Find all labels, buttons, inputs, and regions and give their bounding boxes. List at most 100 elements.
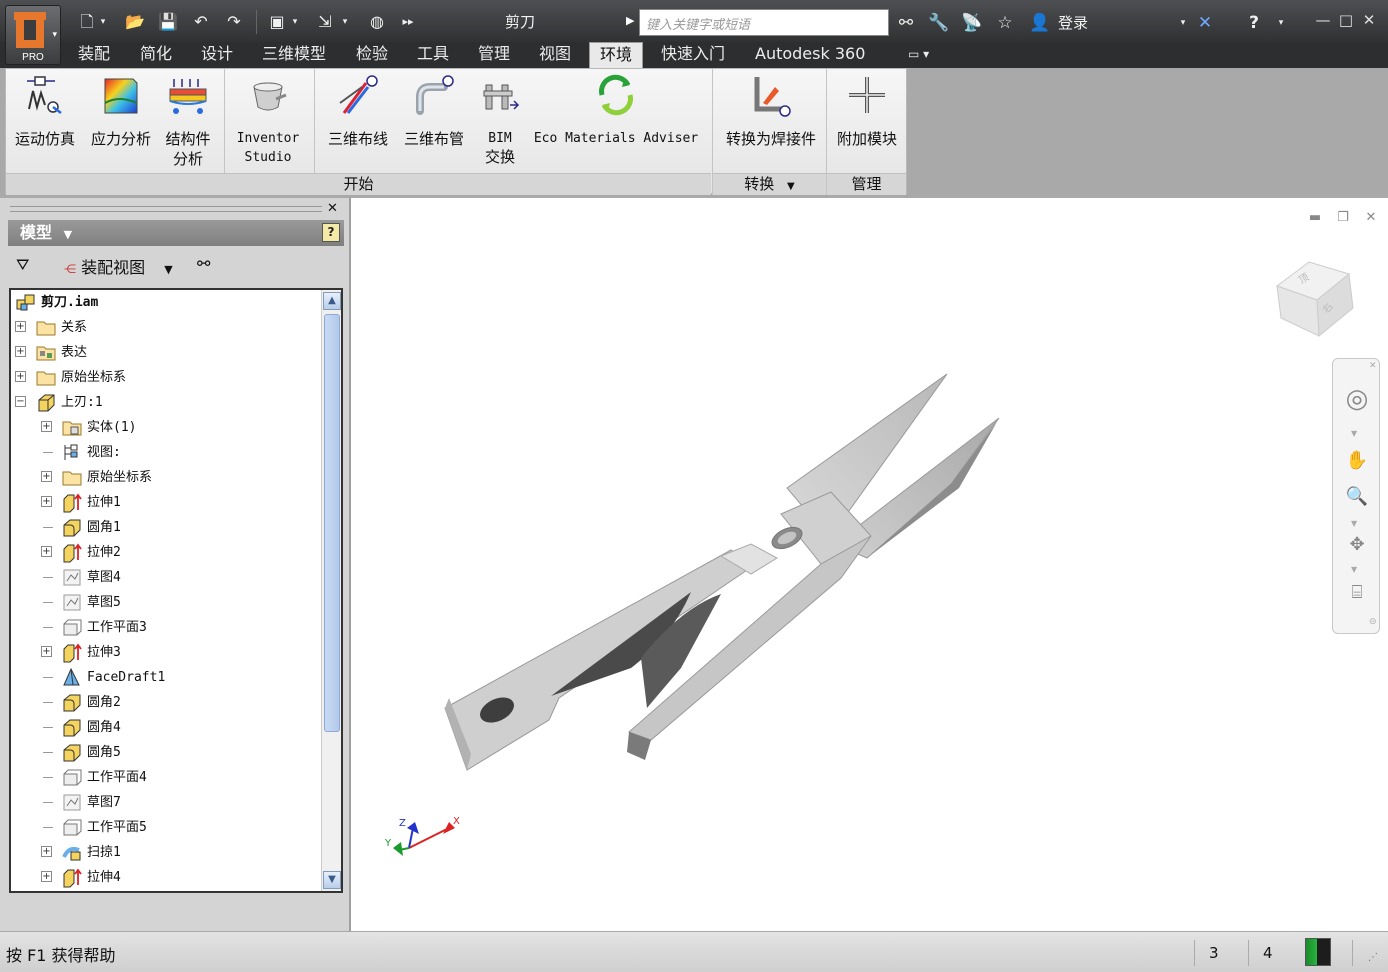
eco-materials-button[interactable]: Eco Materials Adviser bbox=[528, 73, 704, 148]
tree-node[interactable]: 圆角5 bbox=[11, 740, 321, 765]
chevron-down-icon[interactable]: ▾ bbox=[1268, 10, 1294, 36]
chevron-down-icon[interactable]: ▼ bbox=[1351, 429, 1357, 438]
more-icon[interactable]: ▸▸ bbox=[397, 11, 419, 33]
tree-node[interactable]: + 拉伸2 bbox=[11, 540, 321, 565]
tree-node[interactable]: + 扫掠1 bbox=[11, 840, 321, 865]
group-convert[interactable]: 转换 ▼ bbox=[713, 173, 826, 195]
expand-icon[interactable]: + bbox=[41, 421, 52, 432]
help-icon[interactable]: ? bbox=[1241, 10, 1267, 36]
scroll-down-icon[interactable]: ▼ bbox=[323, 871, 341, 889]
tab-simplify[interactable]: 简化 bbox=[130, 42, 182, 68]
convert-weldment-button[interactable]: 转换为焊接件 bbox=[714, 73, 828, 149]
browser-header[interactable]: 模型 ▼ ? bbox=[8, 220, 344, 246]
tree-node[interactable]: + 表达 bbox=[11, 340, 321, 365]
star-icon[interactable]: ☆ bbox=[992, 10, 1018, 36]
graphics-window[interactable]: ▬ ❐ ✕ 顶 右 ✕ ◎ ▼ ✋ 🔍 ▼ ✥ ▼ ⌸ ⊝ X Z Y bbox=[349, 198, 1388, 931]
tree-node[interactable]: 圆角2 bbox=[11, 690, 321, 715]
scroll-up-icon[interactable]: ▲ bbox=[323, 292, 341, 310]
expand-icon[interactable]: + bbox=[15, 321, 26, 332]
tree-node[interactable]: 圆角1 bbox=[11, 515, 321, 540]
inventor-studio-button[interactable]: Inventor Studio bbox=[230, 73, 306, 167]
bim-exchange-button[interactable]: BIM 交换 bbox=[472, 73, 528, 167]
exchange-apps-icon[interactable]: ✕ bbox=[1192, 10, 1218, 36]
expand-icon[interactable]: + bbox=[41, 546, 52, 557]
chevron-down-icon[interactable]: ▼ bbox=[1351, 519, 1357, 528]
print-icon[interactable]: ▣ bbox=[266, 11, 288, 33]
lock-icon[interactable]: ⊝ bbox=[1369, 617, 1377, 627]
user-icon[interactable]: 👤 bbox=[1027, 10, 1053, 36]
tree-node[interactable]: 草图4 bbox=[11, 565, 321, 590]
tab-3d-model[interactable]: 三维模型 bbox=[252, 42, 336, 68]
frame-analysis-button[interactable]: 结构件 分析 bbox=[156, 73, 220, 169]
tree-node[interactable]: + 实体(1) bbox=[11, 415, 321, 440]
cable-harness-button[interactable]: 三维布线 bbox=[322, 73, 394, 149]
expand-icon[interactable]: + bbox=[41, 496, 52, 507]
wrench-icon[interactable]: 🔧 bbox=[926, 10, 952, 36]
save-icon[interactable]: 💾 bbox=[157, 11, 179, 33]
expand-icon[interactable]: + bbox=[15, 346, 26, 357]
tab-design[interactable]: 设计 bbox=[191, 42, 243, 68]
panel-grip[interactable] bbox=[10, 206, 322, 212]
ribbon-toggle-icon[interactable]: ▭ ▾ bbox=[898, 42, 939, 68]
tree-node[interactable]: 草图7 bbox=[11, 790, 321, 815]
zoom-icon[interactable]: 🔍 bbox=[1343, 483, 1371, 511]
look-at-icon[interactable]: ⌸ bbox=[1343, 579, 1371, 607]
material-icon[interactable]: ◍ bbox=[366, 11, 388, 33]
tab-autodesk-360[interactable]: Autodesk 360 bbox=[745, 42, 875, 68]
tree-node[interactable]: 视图: bbox=[11, 440, 321, 465]
view-select[interactable]: ⋲ 装配视图 ▼ bbox=[64, 254, 173, 278]
tree-node[interactable]: − 上刃:1 bbox=[11, 390, 321, 415]
tab-view[interactable]: 视图 bbox=[529, 42, 581, 68]
new-icon[interactable]: 🗋 bbox=[76, 11, 98, 33]
close-icon[interactable]: ✕ bbox=[1358, 9, 1380, 31]
restore-icon[interactable]: ❐ bbox=[1334, 210, 1352, 226]
tab-manage[interactable]: 管理 bbox=[468, 42, 520, 68]
pan-hand-icon[interactable]: ✋ bbox=[1343, 447, 1371, 475]
minimize-icon[interactable]: ▬ bbox=[1306, 210, 1324, 226]
stress-analysis-button[interactable]: 应力分析 bbox=[84, 73, 158, 149]
tree-node[interactable]: + 拉伸1 bbox=[11, 490, 321, 515]
search-input[interactable]: 键入关键字或短语 bbox=[639, 9, 889, 36]
chevron-down-icon[interactable]: ▾ bbox=[98, 11, 108, 33]
binoculars-icon[interactable]: ⚯ bbox=[197, 254, 210, 273]
redo-icon[interactable]: ↷ bbox=[223, 11, 245, 33]
tab-environments[interactable]: 环境 bbox=[589, 42, 644, 69]
tree-node[interactable]: 圆角4 bbox=[11, 715, 321, 740]
select-icon[interactable]: ⇲ bbox=[314, 11, 336, 33]
binoculars-icon[interactable]: ⚯ bbox=[893, 10, 919, 36]
expand-icon[interactable]: + bbox=[41, 871, 52, 882]
application-menu-button[interactable]: ▾ PRO bbox=[5, 5, 61, 65]
tree-node[interactable]: + 原始坐标系 bbox=[11, 365, 321, 390]
chevron-down-icon[interactable]: ▾ bbox=[290, 11, 300, 33]
expand-icon[interactable]: + bbox=[41, 846, 52, 857]
satellite-icon[interactable]: 📡 bbox=[959, 10, 985, 36]
filter-icon[interactable]: ⛛ bbox=[16, 255, 29, 275]
tree-node[interactable]: 工作平面3 bbox=[11, 615, 321, 640]
tab-tools[interactable]: 工具 bbox=[407, 42, 459, 68]
minimize-icon[interactable]: — bbox=[1312, 9, 1334, 31]
resize-grip-icon[interactable]: ⋰ bbox=[1368, 952, 1378, 963]
expand-icon[interactable]: + bbox=[41, 646, 52, 657]
tree-node[interactable]: 工作平面5 bbox=[11, 815, 321, 840]
close-icon[interactable]: ✕ bbox=[327, 201, 338, 216]
expand-icon[interactable]: + bbox=[41, 471, 52, 482]
chevron-down-icon[interactable]: ▾ bbox=[340, 11, 350, 33]
close-icon[interactable]: ✕ bbox=[1362, 210, 1380, 226]
search-expand-icon[interactable]: ▶ bbox=[626, 14, 634, 27]
tree-node[interactable]: 剪刀.iam bbox=[11, 290, 321, 315]
expand-icon[interactable]: + bbox=[15, 371, 26, 382]
scroll-thumb[interactable] bbox=[324, 314, 340, 732]
tree-node[interactable]: + 原始坐标系 bbox=[11, 465, 321, 490]
tab-assemble[interactable]: 装配 bbox=[68, 42, 120, 68]
tab-get-started[interactable]: 快速入门 bbox=[651, 42, 735, 68]
tree-node[interactable]: 草图5 bbox=[11, 590, 321, 615]
help-icon[interactable]: ? bbox=[322, 223, 340, 242]
tree-node[interactable]: FaceDraft1 bbox=[11, 665, 321, 690]
tab-inspect[interactable]: 检验 bbox=[346, 42, 398, 68]
scissors-model[interactable] bbox=[431, 368, 1011, 788]
dynamic-simulation-button[interactable]: 运动仿真 bbox=[8, 73, 82, 149]
tree-node[interactable]: + 关系 bbox=[11, 315, 321, 340]
tree-node[interactable]: 工作平面4 bbox=[11, 765, 321, 790]
login-link[interactable]: 登录 bbox=[1058, 12, 1088, 33]
close-icon[interactable]: ✕ bbox=[1369, 361, 1377, 371]
